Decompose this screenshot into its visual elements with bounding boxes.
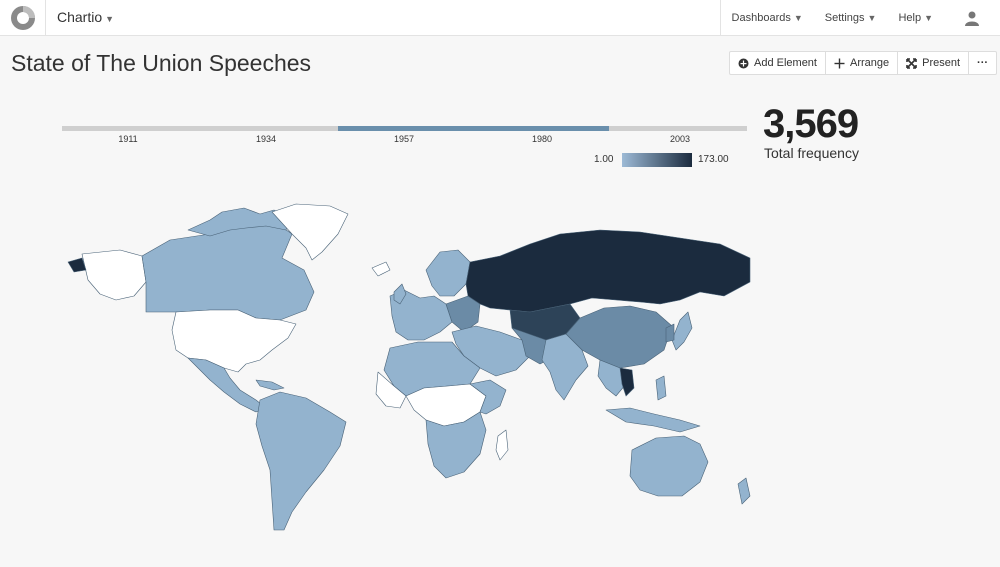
org-name: Chartio — [57, 9, 103, 25]
timeline-tick: 1980 — [531, 134, 553, 144]
legend-min: 1.00 — [594, 154, 614, 165]
chevron-down-icon: ▼ — [924, 12, 933, 23]
map-region-vietnam — [619, 367, 635, 397]
timeline-selected-range[interactable] — [338, 126, 609, 131]
chartio-logo-icon[interactable] — [0, 0, 46, 35]
nav-help-label: Help — [898, 11, 922, 24]
nav-settings-label: Settings — [824, 11, 865, 24]
timeline-tick: 1934 — [255, 134, 277, 144]
map-region-australia — [629, 435, 709, 497]
more-options-button[interactable]: ··· — [969, 52, 996, 74]
chevron-down-icon: ▼ — [793, 12, 803, 23]
add-element-label: Add Element — [754, 57, 817, 69]
timeline-slider[interactable] — [62, 126, 747, 131]
kpi-label: Total frequency — [764, 145, 859, 161]
org-switcher[interactable]: Chartio ▼ — [57, 9, 114, 25]
present-label: Present — [922, 57, 961, 69]
nav-settings[interactable]: Settings ▼ — [814, 0, 888, 35]
expand-icon — [906, 57, 917, 69]
map-region-japan — [671, 311, 693, 351]
chevron-down-icon: ▼ — [105, 14, 115, 24]
map-region-new-zealand — [737, 477, 751, 505]
page-title: State of The Union Speeches — [11, 50, 312, 76]
map-region-madagascar — [495, 429, 509, 461]
ellipsis-icon: ··· — [977, 57, 989, 69]
top-navbar: Chartio ▼ Dashboards ▼ Settings ▼ Help ▼ — [0, 0, 1000, 36]
world-choropleth-map[interactable] — [60, 200, 752, 565]
nav-help[interactable]: Help ▼ — [887, 0, 944, 35]
chevron-down-icon: ▼ — [867, 12, 877, 23]
add-element-button[interactable]: Add Element — [730, 52, 826, 74]
arrange-button[interactable]: Arrange — [826, 52, 899, 74]
nav-dashboards-label: Dashboards — [731, 11, 791, 24]
map-region-canada — [141, 219, 315, 321]
map-region-philippines — [655, 375, 667, 401]
map-region-indonesia — [605, 407, 701, 433]
legend-max: 173.00 — [698, 154, 729, 165]
nav-dashboards[interactable]: Dashboards ▼ — [719, 0, 814, 35]
user-icon — [965, 11, 979, 26]
move-icon — [834, 58, 845, 68]
user-menu[interactable] — [944, 0, 1000, 35]
timeline-tick: 1911 — [118, 134, 138, 144]
map-region-alaska — [81, 249, 147, 301]
timeline-tick: 2003 — [669, 134, 691, 144]
dashboard-toolbar: Add Element Arrange Present ··· — [729, 51, 998, 75]
map-region-caribbean — [255, 379, 285, 391]
map-region-scandinavia — [425, 249, 471, 297]
plus-circle-icon — [738, 58, 749, 68]
map-region-south-america — [255, 391, 347, 531]
present-button[interactable]: Present — [898, 52, 970, 74]
map-region-russia — [465, 229, 751, 313]
arrange-label: Arrange — [849, 57, 890, 69]
map-region-iceland — [371, 261, 391, 277]
timeline-tick: 1957 — [393, 134, 415, 144]
legend-color-scale — [622, 153, 692, 167]
kpi-value: 3,569 — [763, 102, 859, 146]
